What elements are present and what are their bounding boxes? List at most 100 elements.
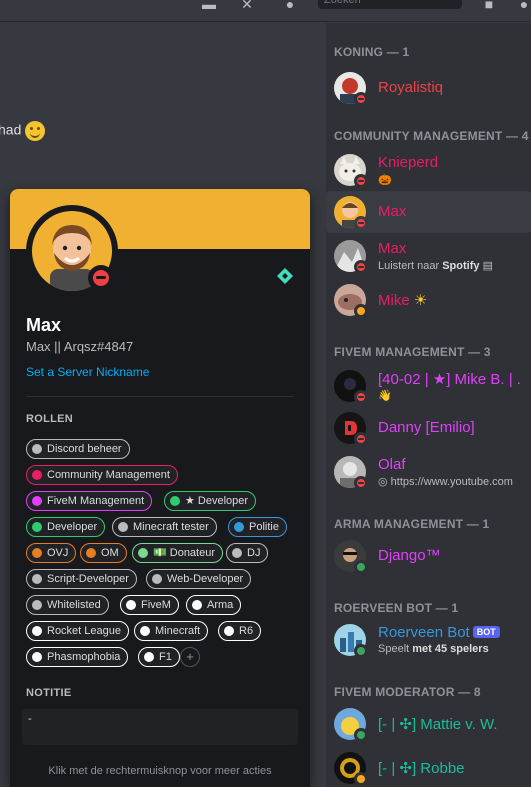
profile-display-name: Max [26,315,62,335]
section-header: COMMUNITY MANAGEMENT — 4 [334,129,529,143]
bot-badge: BOT [472,626,500,638]
role-pill[interactable]: Minecraft [134,621,209,641]
role-color-dot [152,574,162,584]
status-dnd-icon [354,216,368,230]
member-list: KONING — 1 Royalistiq COMMUNITY MANAGEME… [326,23,531,787]
status-idle-icon [354,304,368,318]
member-olaf[interactable]: Olaf ◎ https://www.youtube.com [326,451,531,493]
section-header: FIVEM MODERATOR — 8 [334,685,481,699]
member-mike-b[interactable]: [40-02 | ★] Mike B. | . 👋 [326,365,531,407]
note-input[interactable]: - [22,709,298,745]
role-pill[interactable]: Whitelisted [26,595,109,615]
role-pill[interactable]: Phasmophobia [26,647,129,667]
role-pill[interactable]: Community Management [26,465,178,485]
member-robbe[interactable]: [- | ✣] Robbe [326,747,531,787]
role-pill[interactable]: Politie [228,517,287,537]
member-max-selected[interactable]: Max [326,191,531,233]
role-pill[interactable]: F1 [138,647,180,667]
member-name: Knieperd [378,154,439,171]
pin-icon[interactable]: ✕ [238,0,256,11]
role-color-dot [32,574,42,584]
role-pill[interactable]: R6 [218,621,262,641]
activity-emoji-icon: 👋 [378,390,392,402]
role-pill[interactable]: Rocket League [26,621,129,641]
member-royalistiq[interactable]: Royalistiq [326,67,531,109]
role-pill[interactable]: Web-Developer [146,569,252,589]
member-django[interactable]: Django™ [326,535,531,577]
role-color-dot [32,470,42,480]
role-color-dot [232,548,242,558]
roles-heading: ROLLEN [26,413,74,425]
member-roerveen-bot[interactable]: Roerveen Bot BOT Speelt met 45 spelers [326,619,531,661]
role-pill[interactable]: Discord beheer [26,439,130,459]
role-color-dot [224,626,234,636]
help-icon[interactable]: ● [515,0,531,11]
role-color-dot [138,548,148,558]
role-color-dot [32,548,42,558]
activity-icon: ◎ [378,476,388,488]
status-dnd-icon [354,174,368,188]
member-name: Max [378,240,407,257]
member-activity: Luistert naar Spotify ▤ [378,260,493,272]
member-mike[interactable]: Mike ☀ [326,279,531,321]
role-pill[interactable]: Developer [26,517,106,537]
role-pill[interactable]: FiveM Management [26,491,153,511]
member-name: Django™ [378,547,441,564]
role-pill[interactable]: Arma [186,595,242,615]
member-name: Olaf [378,456,406,473]
status-dnd-icon [88,265,114,291]
role-pill[interactable]: OVJ [26,543,77,563]
add-role-button[interactable]: + [180,647,200,667]
section-header: ROERVEEN BOT — 1 [334,601,459,615]
smiling-face-emoji-icon [25,121,46,141]
status-online-icon [354,560,368,574]
member-danny[interactable]: Danny [Emilio] [326,407,531,449]
member-mattie[interactable]: [- | ✣] Mattie v. W. [326,703,531,745]
role-pill[interactable]: 💵 Donateur [132,543,224,563]
member-knieperd[interactable]: Knieperd 🎃 [326,149,531,191]
section-header: ARMA MANAGEMENT — 1 [334,517,490,531]
role-pill[interactable]: ★ Developer [164,491,257,511]
role-pill[interactable]: FiveM [120,595,179,615]
member-name: [- | ✣] Robbe [378,760,465,777]
role-color-dot [192,600,202,610]
member-activity: Speelt met 45 spelers [378,643,489,655]
role-color-dot [32,444,42,454]
status-dnd-icon [354,432,368,446]
spotify-card-icon: ▤ [482,260,493,272]
inbox-icon[interactable]: ■ [480,0,498,11]
role-pill[interactable]: DJ [226,543,269,563]
status-dnd-icon [354,260,368,274]
member-name: Mike ☀ [378,292,428,309]
role-color-dot [32,652,42,662]
member-name: Royalistiq [378,79,444,96]
note-heading: NOTITIE [26,687,72,699]
set-nickname-link[interactable]: Set a Server Nickname [26,365,149,379]
member-name: Max [378,203,407,220]
status-dnd-icon [354,390,368,404]
role-pill[interactable]: Minecraft tester [112,517,217,537]
role-pill[interactable]: Script-Developer [26,569,137,589]
status-dnd-icon [354,92,368,106]
role-color-dot [126,600,136,610]
divider [26,396,294,397]
role-color-dot [32,626,42,636]
members-icon[interactable]: ● [281,0,299,11]
member-activity: ◎ https://www.youtube.com [378,476,513,488]
role-pill[interactable]: OM [80,543,127,563]
hypesquad-badge-icon[interactable] [276,267,294,285]
context-hint: Klik met de rechtermuisknop voor meer ac… [48,765,272,777]
role-color-dot [86,548,96,558]
status-idle-icon [354,772,368,786]
search-input[interactable]: Zoeken [318,0,462,9]
status-dnd-icon [354,476,368,490]
member-max[interactable]: Max Luistert naar Spotify ▤ [326,235,531,277]
activity-emoji-icon: 🎃 [378,174,392,186]
bell-icon[interactable]: ▬ [200,0,218,11]
status-online-icon [354,728,368,742]
status-online-icon [354,644,368,658]
member-name: Roerveen Bot BOT [378,624,500,641]
channel-toolbar: ▬ ✕ ● Zoeken ■ ● [0,0,531,22]
chat-message-fragment: had [0,121,46,141]
role-color-dot [170,496,180,506]
